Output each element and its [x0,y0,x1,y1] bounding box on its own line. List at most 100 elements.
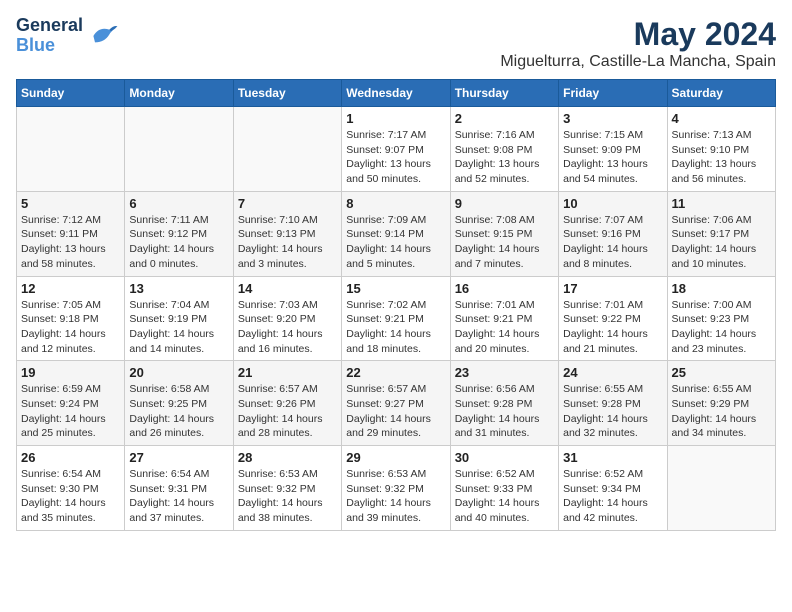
daylight-text: Daylight: 14 hours [563,497,648,509]
daylight-text: Daylight: 14 hours [238,243,323,255]
daylight-text: Daylight: 13 hours [672,158,757,170]
daylight-minutes-text: and 31 minutes. [455,427,530,439]
day-number: 19 [21,365,120,380]
day-detail: Sunrise: 7:01 AMSunset: 9:22 PMDaylight:… [563,298,662,357]
daylight-minutes-text: and 42 minutes. [563,512,638,524]
daylight-minutes-text: and 34 minutes. [672,427,747,439]
day-number: 13 [129,281,228,296]
daylight-minutes-text: and 26 minutes. [129,427,204,439]
day-number: 21 [238,365,337,380]
sunrise-text: Sunrise: 7:02 AM [346,299,426,311]
day-number: 7 [238,196,337,211]
weekday-header-cell: Saturday [667,80,775,107]
day-detail: Sunrise: 7:16 AMSunset: 9:08 PMDaylight:… [455,128,554,187]
day-number: 31 [563,450,662,465]
sunset-text: Sunset: 9:34 PM [563,483,641,495]
daylight-minutes-text: and 32 minutes. [563,427,638,439]
day-detail: Sunrise: 6:55 AMSunset: 9:28 PMDaylight:… [563,382,662,441]
sunrise-text: Sunrise: 7:08 AM [455,214,535,226]
daylight-minutes-text: and 29 minutes. [346,427,421,439]
sunset-text: Sunset: 9:27 PM [346,398,424,410]
sunrise-text: Sunrise: 6:52 AM [563,468,643,480]
daylight-text: Daylight: 14 hours [129,328,214,340]
sunrise-text: Sunrise: 7:13 AM [672,129,752,141]
daylight-minutes-text: and 8 minutes. [563,258,632,270]
sunrise-text: Sunrise: 7:04 AM [129,299,209,311]
calendar-day-cell: 9Sunrise: 7:08 AMSunset: 9:15 PMDaylight… [450,191,558,276]
day-number: 27 [129,450,228,465]
calendar-day-cell: 25Sunrise: 6:55 AMSunset: 9:29 PMDayligh… [667,361,775,446]
day-number: 2 [455,111,554,126]
sunset-text: Sunset: 9:09 PM [563,144,641,156]
calendar-day-cell: 28Sunrise: 6:53 AMSunset: 9:32 PMDayligh… [233,446,341,531]
weekday-header-cell: Sunday [17,80,125,107]
day-number: 1 [346,111,445,126]
daylight-text: Daylight: 14 hours [672,413,757,425]
daylight-minutes-text: and 28 minutes. [238,427,313,439]
sunset-text: Sunset: 9:29 PM [672,398,750,410]
day-detail: Sunrise: 7:08 AMSunset: 9:15 PMDaylight:… [455,213,554,272]
day-detail: Sunrise: 6:52 AMSunset: 9:33 PMDaylight:… [455,467,554,526]
sunset-text: Sunset: 9:17 PM [672,228,750,240]
calendar-day-cell: 27 Sunrise: 6:54 AMSunset: 9:31 PMDayligh… [125,446,233,531]
day-detail: Sunrise: 6:57 AMSunset: 9:26 PMDaylight:… [238,382,337,441]
calendar-day-cell: 4Sunrise: 7:13 AMSunset: 9:10 PMDaylight… [667,107,775,192]
calendar-day-cell: 8Sunrise: 7:09 AMSunset: 9:14 PMDaylight… [342,191,450,276]
calendar-day-cell: 18Sunrise: 7:00 AMSunset: 9:23 PMDayligh… [667,276,775,361]
sunset-text: Sunset: 9:32 PM [346,483,424,495]
daylight-minutes-text: and 10 minutes. [672,258,747,270]
page-header: GeneralBlue May 2024 Miguelturra, Castil… [16,16,776,71]
sunrise-text: Sunrise: 7:15 AM [563,129,643,141]
logo-text: GeneralBlue [16,16,83,56]
subtitle: Miguelturra, Castille-La Mancha, Spain [500,53,776,71]
daylight-minutes-text: and 14 minutes. [129,343,204,355]
sunset-text: Sunset: 9:10 PM [672,144,750,156]
sunrise-text: Sunrise: 6:55 AM [563,383,643,395]
daylight-minutes-text: and 7 minutes. [455,258,524,270]
sunset-text: Sunset: 9:24 PM [21,398,99,410]
daylight-text: Daylight: 13 hours [455,158,540,170]
day-detail: Sunrise: 7:12 AMSunset: 9:11 PMDaylight:… [21,213,120,272]
day-number: 10 [563,196,662,211]
sunset-text: Sunset: 9:25 PM [129,398,207,410]
sunrise-text: Sunrise: 7:10 AM [238,214,318,226]
calendar-day-cell: 31 Sunrise: 6:52 AM Sunset: 9:34 PM Dayligh… [559,446,667,531]
day-detail: Sunrise: 7:02 AMSunset: 9:21 PMDaylight:… [346,298,445,357]
sunset-text: Sunset: 9:33 PM [455,483,533,495]
daylight-text: Daylight: 13 hours [346,158,431,170]
daylight-text: Daylight: 14 hours [672,243,757,255]
weekday-header-cell: Friday [559,80,667,107]
sunrise-text: Sunrise: 7:17 AM [346,129,426,141]
day-detail: Sunrise: 7:00 AMSunset: 9:23 PMDaylight:… [672,298,771,357]
daylight-text: Daylight: 14 hours [346,413,431,425]
daylight-minutes-text: and 52 minutes. [455,173,530,185]
sunrise-text: Sunrise: 7:06 AM [672,214,752,226]
sunrise-text: Sunrise: 6:54 AM [21,468,101,480]
daylight-text: Daylight: 13 hours [21,243,106,255]
weekday-header-cell: Thursday [450,80,558,107]
day-detail: Sunrise: 6:54 AMSunset: 9:31 PMDaylight:… [129,467,228,526]
daylight-minutes-text: and 50 minutes. [346,173,421,185]
weekday-header-row: SundayMondayTuesdayWednesdayThursdayFrid… [17,80,776,107]
sunrise-text: Sunrise: 6:53 AM [238,468,318,480]
calendar-day-cell: 2 Sunrise: 7:16 AMSunset: 9:08 PMDaylight… [450,107,558,192]
calendar-week-row: 19Sunrise: 6:59 AMSunset: 9:24 PMDayligh… [17,361,776,446]
calendar-day-cell: 17Sunrise: 7:01 AMSunset: 9:22 PMDayligh… [559,276,667,361]
calendar-day-cell: 7Sunrise: 7:10 AMSunset: 9:13 PMDaylight… [233,191,341,276]
sunset-text: Sunset: 9:20 PM [238,313,316,325]
day-detail: Sunrise: 7:06 AM Sunset: 9:17 PM Daylight:… [672,213,771,272]
day-detail: Sunrise: 7:13 AM Sunset: 9:10 PM Daylight:… [672,128,771,187]
sunset-text: Sunset: 9:23 PM [672,313,750,325]
calendar-table: SundayMondayTuesdayWednesdayThursdayFrid… [16,79,776,531]
daylight-minutes-text: and 18 minutes. [346,343,421,355]
calendar-day-cell: 6Sunrise: 7:11 AMSunset: 9:12 PMDaylight… [125,191,233,276]
sunset-text: Sunset: 9:21 PM [346,313,424,325]
sunset-text: Sunset: 9:32 PM [238,483,316,495]
daylight-text: Daylight: 14 hours [563,243,648,255]
sunset-text: Sunset: 9:16 PM [563,228,641,240]
daylight-minutes-text: and 39 minutes. [346,512,421,524]
sunrise-text: Sunrise: 7:01 AM [563,299,643,311]
daylight-minutes-text: and 0 minutes. [129,258,198,270]
day-number: 20 [129,365,228,380]
daylight-minutes-text: and 12 minutes. [21,343,96,355]
